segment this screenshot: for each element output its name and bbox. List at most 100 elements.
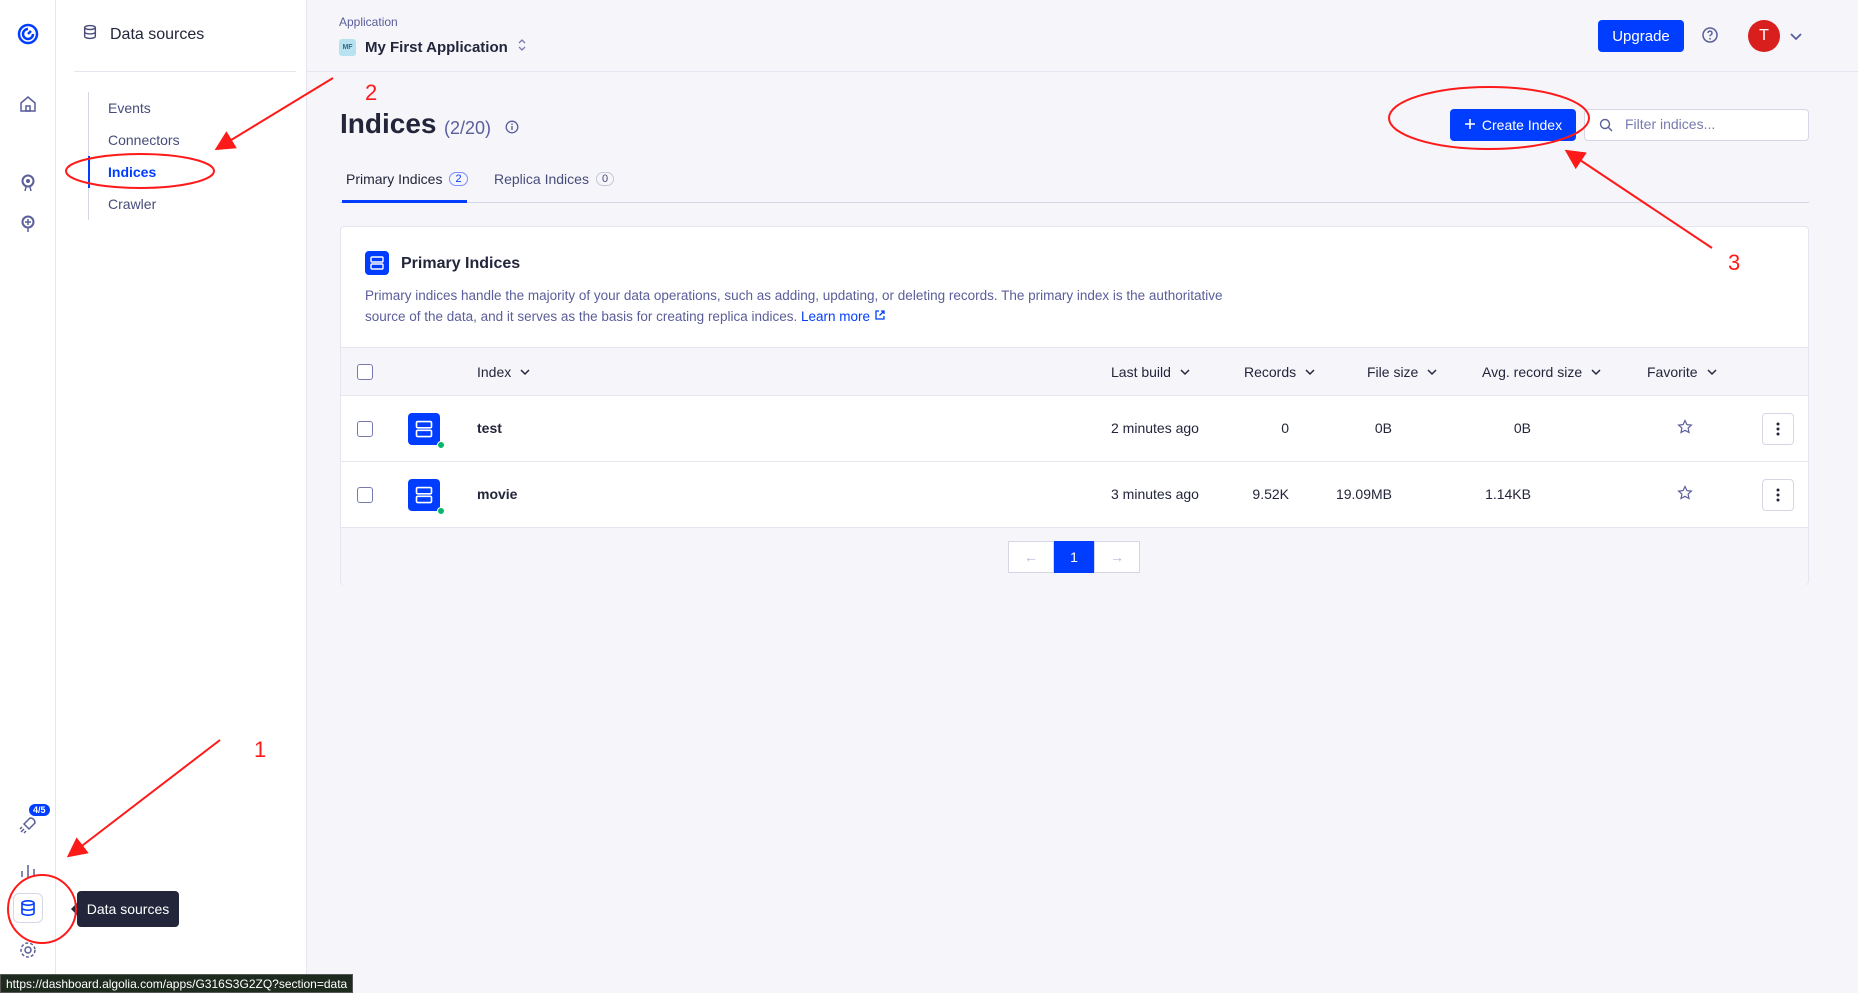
primary-indices-card: Primary Indices Primary indices handle t… (340, 226, 1809, 585)
more-options-button[interactable] (1762, 479, 1794, 511)
table-row[interactable]: test 2 minutes ago 0 0B 0B (341, 396, 1808, 462)
column-records[interactable]: Records (1244, 364, 1316, 380)
page-button[interactable]: 1 (1054, 541, 1094, 573)
tab-primary-indices[interactable]: Primary Indices 2 (346, 171, 468, 187)
home-icon[interactable] (16, 92, 40, 116)
sidebar-item-indices[interactable]: Indices (88, 156, 180, 188)
table-row[interactable]: movie 3 minutes ago 9.52K 19.09MB 1.14KB (341, 462, 1808, 528)
search-icon (1599, 118, 1613, 135)
chevron-down-icon (520, 369, 530, 376)
data-sources-sidebar: Data sources Events Connectors Indices C… (56, 0, 307, 993)
next-page-button[interactable]: → (1094, 541, 1140, 573)
annotation-number-2: 2 (365, 80, 378, 105)
annotation-number-1: 1 (254, 737, 267, 762)
app-selector[interactable]: MF My First Application (339, 37, 527, 57)
file-size: 19.09MB (1335, 486, 1392, 502)
last-build: 2 minutes ago (1111, 420, 1199, 436)
star-icon[interactable] (1677, 419, 1693, 438)
app-avatar: MF (339, 38, 356, 56)
index-icon (365, 251, 389, 275)
divider (74, 71, 296, 72)
algolia-logo-icon[interactable] (16, 22, 40, 46)
app-label: Application (339, 15, 398, 29)
tab-label: Primary Indices (346, 171, 443, 187)
column-index[interactable]: Index (477, 364, 531, 380)
sidebar-item-connectors[interactable]: Connectors (89, 124, 180, 156)
index-name[interactable]: movie (477, 486, 517, 502)
card-title: Primary Indices (401, 255, 521, 272)
icon-rail: 4/5 (0, 0, 56, 993)
records: 0 (1281, 420, 1289, 436)
chevron-down-icon (1427, 369, 1437, 376)
page-title: Indices (340, 108, 437, 139)
prev-page-button[interactable]: ← (1008, 541, 1054, 573)
info-icon[interactable] (505, 120, 519, 137)
chevron-down-icon (1707, 369, 1717, 376)
data-sources-tooltip: Data sources (71, 891, 179, 927)
filter-indices-input[interactable] (1625, 116, 1795, 132)
discovery-icon[interactable] (16, 212, 40, 236)
create-index-label: Create Index (1481, 117, 1563, 133)
tab-replica-indices[interactable]: Replica Indices 0 (494, 171, 615, 187)
column-favorite[interactable]: Favorite (1647, 364, 1718, 380)
index-count: (2/20) (444, 118, 492, 138)
sidebar-item-crawler[interactable]: Crawler (89, 188, 180, 220)
pagination: ← 1 → (1008, 541, 1140, 573)
more-options-button[interactable] (1762, 413, 1794, 445)
chevron-down-icon (1305, 369, 1315, 376)
chevron-down-icon (1180, 369, 1190, 376)
onboarding-badge: 4/5 (29, 804, 50, 816)
kebab-icon (1776, 422, 1780, 436)
column-last-build[interactable]: Last build (1111, 364, 1191, 380)
table-header: Index Last build Records File size Avg. … (341, 347, 1808, 396)
active-tab-underline (342, 200, 467, 203)
database-icon (82, 24, 98, 45)
sidebar-nav: Events Connectors Indices Crawler (88, 92, 180, 220)
file-size: 0B (1374, 420, 1392, 436)
index-name[interactable]: test (477, 420, 502, 436)
row-checkbox[interactable] (357, 487, 373, 503)
index-icon (408, 479, 440, 511)
chevron-updown-icon (517, 37, 527, 57)
records: 9.52K (1252, 486, 1289, 502)
pagination-area: ← 1 → (341, 528, 1808, 585)
index-icon (408, 413, 440, 445)
upgrade-button[interactable]: Upgrade (1598, 20, 1684, 52)
analytics-icon[interactable] (16, 858, 40, 882)
data-sources-icon[interactable] (13, 893, 43, 923)
sidebar-header: Data sources (82, 24, 204, 45)
column-avg-record-size[interactable]: Avg. record size (1482, 364, 1602, 380)
search-icon[interactable] (16, 171, 40, 195)
card-description-text: Primary indices handle the majority of y… (365, 288, 1223, 324)
avg-record-size: 1.14KB (1485, 486, 1531, 502)
kebab-icon (1776, 488, 1780, 502)
row-checkbox[interactable] (357, 421, 373, 437)
select-all-checkbox[interactable] (357, 364, 373, 380)
filter-box (1584, 109, 1809, 141)
annotation-number-3: 3 (1728, 250, 1741, 275)
chevron-down-icon[interactable] (1788, 28, 1804, 47)
star-icon[interactable] (1677, 485, 1693, 504)
last-build: 3 minutes ago (1111, 486, 1199, 502)
chevron-down-icon (1591, 369, 1601, 376)
tab-label: Replica Indices (494, 171, 589, 187)
app-name: My First Application (365, 38, 508, 56)
sidebar-item-events[interactable]: Events (89, 92, 180, 124)
create-index-button[interactable]: Create Index (1450, 109, 1576, 141)
browser-status-url: https://dashboard.algolia.com/apps/G316S… (0, 974, 354, 993)
card-description: Primary indices handle the majority of y… (365, 285, 1265, 327)
user-avatar[interactable]: T (1748, 20, 1780, 52)
avg-record-size: 0B (1513, 420, 1531, 436)
status-dot (437, 507, 445, 515)
tab-count-badge: 2 (449, 172, 468, 186)
rocket-icon[interactable] (16, 813, 40, 837)
settings-icon[interactable] (16, 938, 40, 962)
tab-count-badge: 0 (595, 172, 615, 186)
index-tabs: Primary Indices 2 Replica Indices 0 (340, 163, 1809, 203)
external-link-icon (875, 310, 885, 320)
plus-icon (1464, 117, 1476, 133)
column-file-size[interactable]: File size (1367, 364, 1438, 380)
sidebar-title: Data sources (110, 25, 205, 43)
learn-more-link[interactable]: Learn more (801, 309, 886, 324)
help-icon[interactable] (1701, 26, 1721, 46)
